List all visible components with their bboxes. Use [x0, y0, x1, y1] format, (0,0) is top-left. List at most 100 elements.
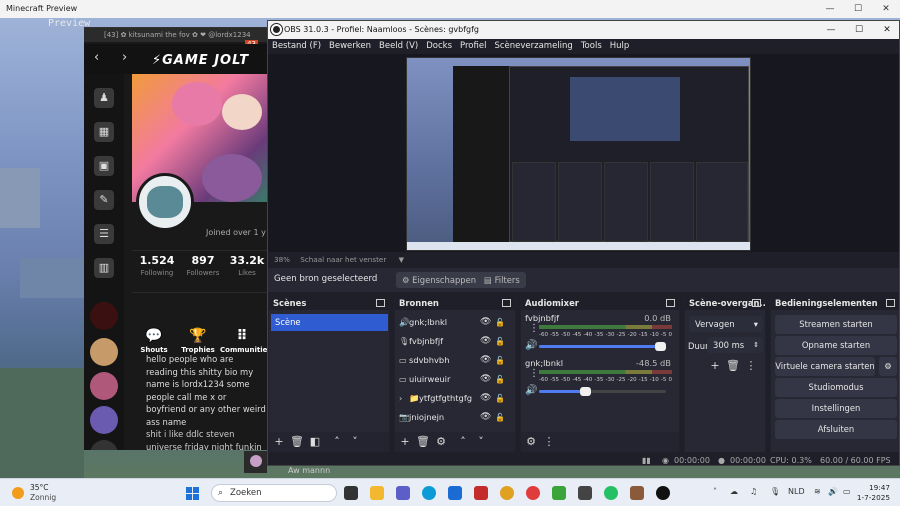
- volume-icon[interactable]: 🔊: [828, 487, 838, 496]
- store-icon[interactable]: [448, 486, 462, 500]
- exit-button[interactable]: Afsluiten: [775, 420, 897, 439]
- menu-help[interactable]: Hulp: [610, 39, 630, 54]
- minecraft-icon[interactable]: [552, 486, 566, 500]
- menu-file[interactable]: Bestand (F): [272, 39, 321, 54]
- minimize-button[interactable]: —: [816, 0, 844, 18]
- properties-button[interactable]: ⚙ Eigenschappen: [396, 272, 483, 288]
- headset-icon[interactable]: ♫: [750, 487, 757, 496]
- obs-minimize-button[interactable]: —: [817, 21, 845, 39]
- whatsapp-icon[interactable]: [604, 486, 618, 500]
- file-explorer-icon[interactable]: [370, 486, 384, 500]
- filters-button[interactable]: ▤ Filters: [478, 272, 526, 288]
- gamejolt-logo[interactable]: ⚡GAME JOLT: [152, 53, 249, 68]
- backpack-icon[interactable]: ▣: [94, 156, 114, 176]
- profile-avatar[interactable]: [136, 173, 194, 231]
- settings-button[interactable]: Instellingen: [775, 399, 897, 418]
- chevron-down-icon[interactable]: ˅: [473, 434, 489, 450]
- menu-scene-collection[interactable]: Scèneverzameling: [494, 39, 572, 54]
- weather-temp[interactable]: 35°C: [30, 483, 49, 492]
- weather-sun-icon[interactable]: [12, 487, 24, 499]
- chrome-icon[interactable]: [500, 486, 514, 500]
- add-icon[interactable]: +: [707, 358, 723, 374]
- popout-icon[interactable]: [752, 299, 761, 307]
- source-item[interactable]: 📷jniojnejn 👁 🔓: [399, 409, 507, 426]
- transition-select[interactable]: Vervagen ▾: [689, 316, 763, 332]
- mcafee-icon[interactable]: [474, 486, 488, 500]
- microphone-icon[interactable]: 🎙: [770, 487, 780, 496]
- virtual-camera-button[interactable]: Virtuele camera starten: [775, 357, 875, 376]
- trash-icon[interactable]: 🗑: [725, 358, 741, 374]
- volume-slider[interactable]: [539, 387, 666, 396]
- tab-shouts[interactable]: 💬 Shouts: [132, 328, 176, 354]
- source-item[interactable]: 🔊gnk;lbnkl 👁 🔓: [399, 314, 507, 331]
- chevron-down-icon[interactable]: ▼: [399, 256, 404, 264]
- source-item[interactable]: ▭ uiuirweuir 👁 🔓: [399, 371, 507, 388]
- add-icon[interactable]: +: [271, 434, 287, 450]
- menu-view[interactable]: Beeld (V): [379, 39, 418, 54]
- speaker-icon[interactable]: 🔊: [525, 340, 537, 351]
- teams-icon[interactable]: [396, 486, 410, 500]
- app-icon[interactable]: [578, 486, 592, 500]
- start-recording-button[interactable]: Opname starten: [775, 336, 897, 355]
- battery-icon[interactable]: ▭: [843, 487, 851, 496]
- community-avatar[interactable]: [90, 372, 118, 400]
- trash-icon[interactable]: 🗑: [415, 434, 431, 450]
- tab-communities[interactable]: ⠿ Communities: [220, 328, 268, 354]
- cloud-icon[interactable]: ☁: [730, 487, 738, 496]
- trash-icon[interactable]: 🗑: [289, 434, 305, 450]
- menu-profile[interactable]: Profiel: [460, 39, 486, 54]
- more-icon[interactable]: ⋮: [743, 358, 759, 374]
- popout-icon[interactable]: [886, 299, 895, 307]
- forward-icon[interactable]: ›: [122, 50, 127, 65]
- weather-desc[interactable]: Zonnig: [30, 493, 56, 502]
- maximize-button[interactable]: ☐: [844, 0, 872, 18]
- community-avatar[interactable]: [90, 440, 118, 450]
- menu-docks[interactable]: Docks: [426, 39, 452, 54]
- slider-handle[interactable]: [580, 387, 591, 396]
- more-icon[interactable]: ⋮: [529, 323, 539, 334]
- shop-icon[interactable]: ▦: [94, 122, 114, 142]
- chat-icon[interactable]: ☰: [94, 224, 114, 244]
- volume-slider[interactable]: [539, 342, 666, 351]
- source-item[interactable]: › 📁ytfgtfgthtgfg 👁 🔓: [399, 390, 507, 407]
- preview-canvas[interactable]: [406, 57, 751, 251]
- more-icon[interactable]: ⋮: [541, 434, 557, 450]
- popout-icon[interactable]: [502, 299, 511, 307]
- gear-icon[interactable]: ⚙: [433, 434, 449, 450]
- menu-edit[interactable]: Bewerken: [329, 39, 371, 54]
- start-stream-button[interactable]: Streamen starten: [775, 315, 897, 334]
- opera-icon[interactable]: [526, 486, 540, 500]
- stat-likes[interactable]: 33.2k Likes: [224, 254, 268, 277]
- library-icon[interactable]: ▥: [94, 258, 114, 278]
- more-icon[interactable]: ⋮: [529, 368, 539, 379]
- taskview-icon[interactable]: [344, 486, 358, 500]
- tab-trophies[interactable]: 🏆 Trophies: [176, 328, 220, 354]
- chevron-up-icon[interactable]: ˄: [455, 434, 471, 450]
- discover-icon[interactable]: ♟: [94, 88, 114, 108]
- start-icon[interactable]: [186, 487, 199, 500]
- community-avatar[interactable]: [90, 338, 118, 366]
- obs-icon[interactable]: [656, 486, 670, 500]
- popout-icon[interactable]: [666, 299, 675, 307]
- zoom-mode[interactable]: Schaal naar het venster: [300, 255, 386, 264]
- source-item[interactable]: 🎙fvbjnbfjf 👁 🔓: [399, 333, 507, 350]
- chevron-up-icon[interactable]: ˄: [329, 434, 345, 450]
- slider-handle[interactable]: [655, 342, 666, 351]
- studio-mode-button[interactable]: Studiomodus: [775, 378, 897, 397]
- community-avatar[interactable]: [90, 406, 118, 434]
- stat-followers[interactable]: 897 Followers: [180, 254, 226, 277]
- search-input[interactable]: ⌕ Zoeken: [211, 484, 337, 502]
- close-button[interactable]: ✕: [872, 0, 900, 18]
- edge-icon[interactable]: [422, 486, 436, 500]
- community-avatar[interactable]: [90, 302, 118, 330]
- chevron-down-icon[interactable]: ˅: [347, 434, 363, 450]
- filter-icon[interactable]: ◧: [307, 434, 323, 450]
- popout-icon[interactable]: [376, 299, 385, 307]
- wifi-icon[interactable]: ≋: [814, 487, 821, 496]
- minecraft-launcher-icon[interactable]: [630, 486, 644, 500]
- broom-icon[interactable]: ✎: [94, 190, 114, 210]
- stat-following[interactable]: 1.524 Following: [134, 254, 180, 277]
- obs-maximize-button[interactable]: ☐: [845, 21, 873, 39]
- source-item[interactable]: ▭ sdvbhvbh 👁 🔓: [399, 352, 507, 369]
- obs-close-button[interactable]: ✕: [873, 21, 899, 39]
